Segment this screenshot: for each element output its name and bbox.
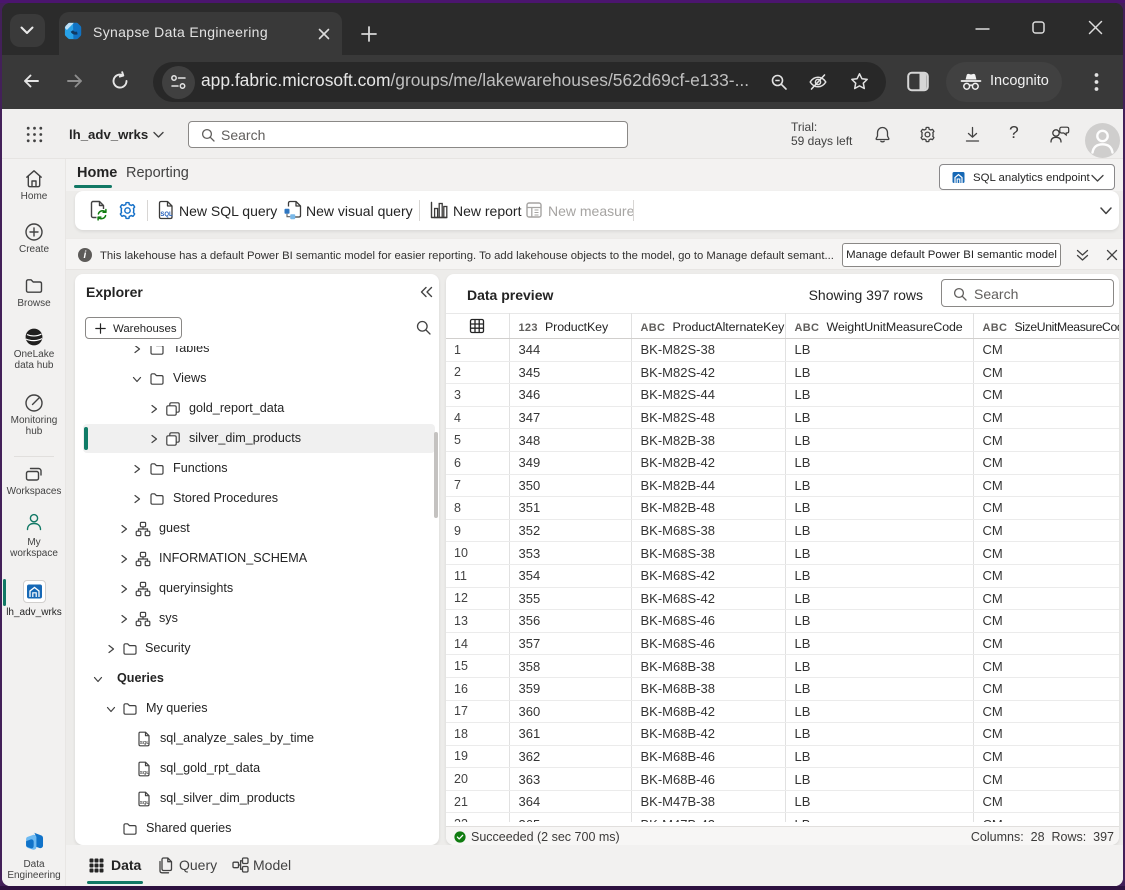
svg-text:SQL: SQL [160, 212, 173, 218]
svg-text:SQL: SQL [140, 770, 150, 775]
svg-text:SQL: SQL [140, 740, 150, 745]
svg-text:SQL: SQL [140, 800, 150, 805]
